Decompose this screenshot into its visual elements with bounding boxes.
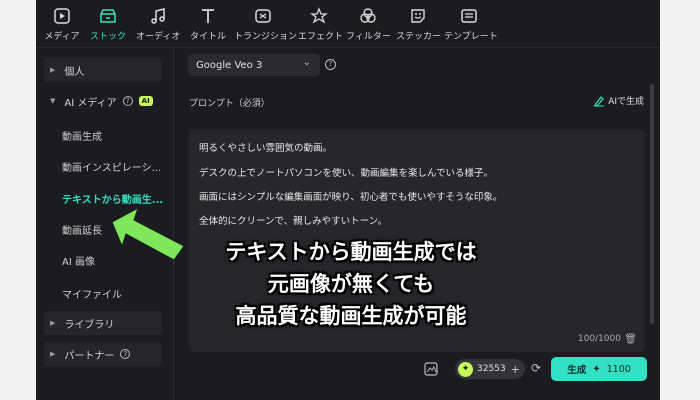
filter-icon — [360, 8, 376, 23]
toolbar-media-label: メディア — [44, 32, 80, 42]
stock-icon — [100, 9, 116, 23]
credits-pill[interactable]: ✦ 32553 + — [455, 359, 525, 379]
prompt-text-line: 明るくやさしい雰囲気の動画。 — [199, 143, 333, 154]
generate-label: 生成 — [567, 365, 587, 376]
prompt-text-line: デスクの上でノートパソコンを使い、動画編集を楽しんでいる様子。 — [199, 168, 494, 179]
expand-arrow-icon: ▶ — [50, 350, 56, 358]
help-icon[interactable]: ? — [120, 349, 131, 359]
overlay-caption-line: 高品質な動画生成が可能 — [235, 304, 467, 328]
ai-generate-button[interactable]: AIで生成 — [593, 94, 644, 107]
sticker-icon — [411, 9, 425, 23]
music-note-icon — [151, 8, 165, 24]
sidebar-item-my-files[interactable]: マイファイル — [62, 286, 122, 301]
transition-icon — [255, 9, 271, 23]
media-icon — [54, 8, 70, 24]
credit-bolt-icon: ✦ — [458, 361, 473, 377]
plus-icon: + — [510, 362, 520, 376]
toolbar-audio[interactable]: オーディオ — [136, 6, 180, 42]
sidebar-item-video-extend[interactable]: 動画延長 — [62, 222, 102, 237]
help-icon[interactable]: ? — [325, 59, 336, 70]
model-select-value: Google Veo 3 — [196, 59, 263, 71]
toolbar-title[interactable]: タイトル — [188, 6, 228, 42]
refresh-icon[interactable]: ⟳ — [531, 361, 541, 375]
sparkle-icon: ✦ — [592, 363, 601, 375]
toolbar-audio-label: オーディオ — [136, 32, 181, 42]
toolbar-media[interactable]: メディア — [44, 6, 80, 42]
toolbar-stock[interactable]: ストック — [90, 6, 126, 42]
generate-button[interactable]: 生成 ✦ 1100 — [551, 357, 647, 381]
char-counter: 100/1000 — [577, 334, 621, 344]
sidebar-group-ai-media[interactable]: ▼ AI メディア ? AI — [44, 89, 162, 113]
toolbar-effect[interactable]: エフェクト — [298, 6, 344, 42]
sidebar-group-partner[interactable]: ▶ パートナー ? — [44, 342, 162, 366]
scrollbar[interactable] — [650, 84, 654, 324]
sidebar-group-label: パートナー — [64, 350, 115, 362]
credits-value: 32553 — [477, 364, 506, 374]
toolbar-template[interactable]: テンプレート — [444, 6, 498, 42]
toolbar-transition-label: トランジション — [234, 32, 298, 42]
overlay-caption-line: テキストから動画生成では — [225, 240, 477, 264]
sidebar-group-label: 個人 — [64, 66, 85, 78]
collapse-arrow-icon: ▼ — [50, 97, 56, 105]
toolbar-sticker[interactable]: ステッカー — [396, 6, 442, 42]
template-icon — [461, 9, 477, 23]
sidebar-group-label: ライブラリ — [64, 319, 115, 331]
expand-arrow-icon: ▶ — [50, 319, 56, 327]
toolbar-filter-label: フィルター — [346, 32, 391, 42]
overlay-caption: テキストから動画生成では 元画像が無くても 高品質な動画生成が可能 — [196, 236, 506, 332]
main-panel: Google Veo 3 ⌄ ? プロンプト（必須） AIで生成 明るくやさしい… — [175, 48, 660, 400]
prompt-label: プロンプト（必須） — [189, 99, 270, 109]
ai-pen-icon — [594, 95, 605, 107]
title-t-icon — [202, 9, 214, 23]
help-icon[interactable]: ? — [122, 96, 133, 106]
top-toolbar: メディア ストック オーディオ タイトル トランジション エフェクト フィルター — [36, 0, 660, 48]
sidebar-group-library[interactable]: ▶ ライブラリ — [44, 311, 162, 335]
overlay-caption-line: 元画像が無くても — [267, 272, 435, 296]
sidebar-group-label: AI メディア — [64, 97, 117, 109]
toolbar-filter[interactable]: フィルター — [346, 6, 391, 42]
sidebar-group-personal[interactable]: ▶ 個人 — [44, 58, 162, 82]
chevron-down-icon: ⌄ — [302, 57, 311, 68]
sidebar-item-video-generation[interactable]: 動画生成 — [62, 128, 102, 143]
annotation-arrow-icon — [111, 206, 185, 261]
model-select[interactable]: Google Veo 3 ⌄ — [188, 54, 320, 76]
toolbar-title-label: タイトル — [189, 32, 226, 42]
image-reference-icon[interactable] — [424, 362, 438, 376]
bottom-action-bar: ✦ 32553 + ⟳ 生成 ✦ 1100 — [175, 354, 660, 394]
toolbar-transition[interactable]: トランジション — [234, 6, 298, 42]
sidebar-item-video-inspiration[interactable]: 動画インスピレーシ... — [62, 159, 161, 174]
prompt-text-line: 全体的にクリーンで、親しみやすいトーン。 — [199, 216, 388, 227]
expand-arrow-icon: ▶ — [50, 66, 56, 74]
toolbar-template-label: テンプレート — [444, 32, 498, 42]
prompt-text-line: 画面にはシンプルな編集画面が映り、初心者でも使いやすそうな印象。 — [199, 192, 503, 203]
trash-icon[interactable]: 🗑 — [624, 334, 637, 345]
toolbar-effect-label: エフェクト — [298, 32, 344, 42]
generate-cost: 1100 — [606, 363, 631, 375]
effect-star-icon — [310, 7, 328, 24]
toolbar-sticker-label: ステッカー — [396, 32, 442, 42]
sidebar-item-ai-image[interactable]: AI 画像 — [62, 253, 95, 268]
toolbar-stock-label: ストック — [90, 32, 127, 42]
ai-badge: AI — [138, 96, 153, 106]
ai-generate-label: AIで生成 — [608, 97, 644, 107]
